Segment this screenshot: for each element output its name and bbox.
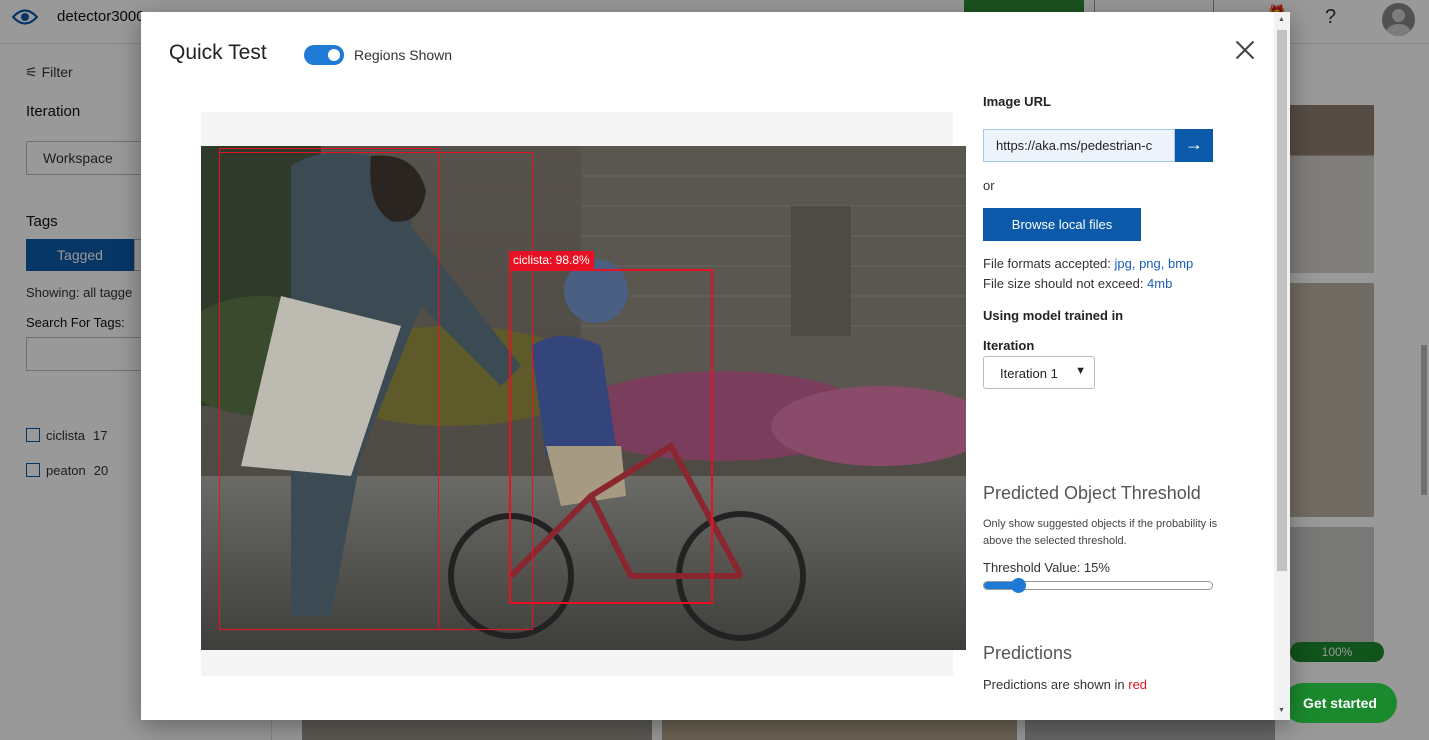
quick-test-dialog: Quick Test Regions Shown ciclista: 98.8%… (141, 12, 1290, 720)
file-size-value[interactable]: 4mb (1147, 276, 1172, 291)
scrollbar-thumb[interactable] (1277, 30, 1287, 571)
threshold-slider[interactable] (983, 578, 1213, 593)
file-formats-value[interactable]: jpg, png, bmp (1115, 256, 1194, 271)
prediction-box-ciclista: ciclista: 98.8% (509, 251, 713, 604)
toggle-knob (328, 49, 340, 61)
predictions-note: Predictions are shown in red (983, 677, 1148, 692)
prediction-label: ciclista: 98.8% (509, 251, 594, 269)
model-heading: Using model trained in (983, 308, 1124, 323)
iteration-label: Iteration (983, 338, 1035, 353)
file-formats-text: File formats accepted: jpg, png, bmp (983, 256, 1194, 271)
iteration-selected: Iteration 1 (1000, 366, 1058, 381)
regions-toggle-label: Regions Shown (354, 47, 453, 63)
dialog-title: Quick Test (169, 41, 267, 64)
predictions-title: Predictions (983, 643, 1073, 663)
iteration-dropdown[interactable]: Iteration 1 ▼ (983, 356, 1095, 389)
image-url-input[interactable]: https://aka.ms/pedestrian-c (983, 129, 1175, 162)
predictions-color-word: red (1128, 677, 1148, 692)
file-size-text: File size should not exceed: 4mb (983, 276, 1173, 291)
threshold-value-label: Threshold Value: 15% (983, 560, 1110, 575)
get-started-button[interactable]: Get started (1283, 683, 1397, 723)
arrow-right-icon[interactable]: → (1175, 129, 1213, 162)
region-box (219, 152, 533, 630)
or-text: or (983, 178, 995, 193)
threshold-title: Predicted Object Threshold (983, 483, 1201, 503)
image-url-label: Image URL (983, 94, 1051, 109)
chevron-down-icon: ▼ (1075, 365, 1086, 377)
dialog-scrollbar[interactable]: ▲ ▼ (1274, 12, 1290, 720)
threshold-description: Only show suggested objects if the proba… (983, 518, 1218, 547)
quick-test-side-panel: Image URL https://aka.ms/pedestrian-c → … (983, 12, 1273, 720)
regions-toggle[interactable] (304, 45, 344, 65)
slider-thumb[interactable] (1011, 578, 1026, 593)
browse-local-files-button[interactable]: Browse local files (983, 208, 1141, 241)
scroll-up-icon[interactable]: ▲ (1278, 16, 1285, 23)
scroll-down-icon[interactable]: ▼ (1278, 707, 1285, 714)
